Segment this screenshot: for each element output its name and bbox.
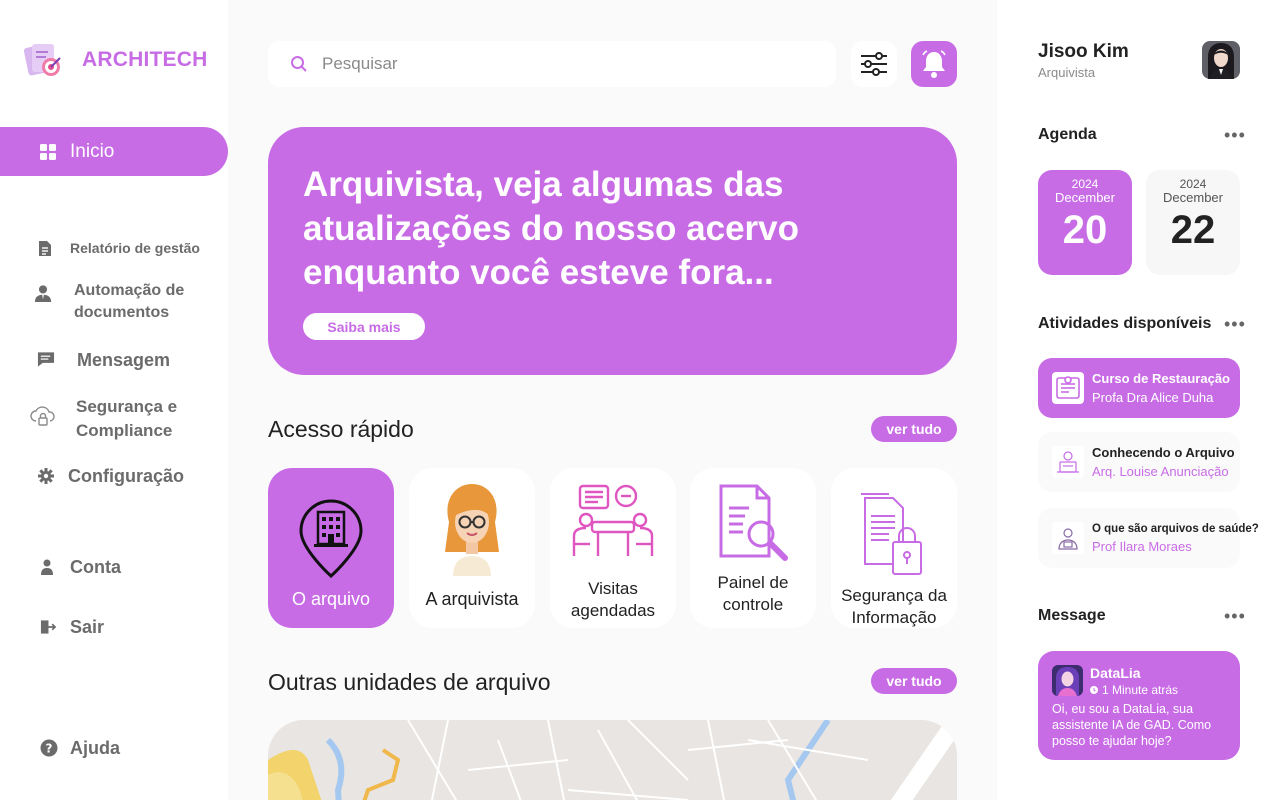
activity-subtitle: Arq. Louise Anunciação	[1092, 464, 1229, 479]
message-title: Message	[1038, 607, 1106, 624]
activities-title: Atividades disponíveis	[1038, 315, 1212, 332]
sidebar-item-label: Configuração	[68, 466, 185, 486]
quick-card-a-arquivista[interactable]: A arquivista	[409, 468, 535, 628]
sidebar-item-label: Ajuda	[70, 738, 121, 758]
chat-icon	[37, 351, 55, 369]
other-units-title: Outras unidades de arquivo	[268, 669, 551, 695]
activity-title: Conhecendo o Arquivo	[1092, 445, 1235, 460]
sidebar-item-relatorio[interactable]: Relatório de gestão	[36, 237, 200, 259]
other-units-see-all-button[interactable]: ver tudo	[871, 668, 957, 694]
date-month: December	[1055, 190, 1115, 205]
activity-item[interactable]: O que são arquivos de saúde? Prof Ilara …	[1038, 508, 1259, 568]
user-name: Jisoo Kim	[1038, 41, 1129, 62]
agenda-title: Agenda	[1038, 126, 1097, 143]
person-icon	[40, 558, 54, 576]
activity-subtitle: Prof Ilara Moraes	[1092, 538, 1192, 554]
message-time: 1 Minute atrás	[1090, 683, 1178, 697]
sidebar-item-seguranca[interactable]: Segurança e Compliance	[30, 395, 206, 443]
sidebar-item-label: Conta	[70, 557, 121, 577]
card-label: A arquivista	[425, 589, 519, 609]
svg-text:?: ?	[46, 742, 53, 756]
card-label: Segurança da Informação	[841, 586, 947, 627]
target-logo-icon	[24, 44, 61, 76]
quick-access-see-all-button[interactable]: ver tudo	[871, 416, 957, 442]
archive-room-icon	[1052, 446, 1084, 478]
notifications-button[interactable]	[911, 41, 957, 87]
sidebar-item-sair[interactable]: Sair	[40, 616, 104, 638]
sidebar-item-mensagem[interactable]: Mensagem	[37, 349, 170, 371]
sidebar-item-configuracao[interactable]: Configuração	[37, 465, 184, 487]
brand-name: ARCHITECH	[82, 48, 208, 71]
sidebar-item-label: Mensagem	[77, 350, 171, 370]
card-label: O arquivo	[291, 589, 371, 609]
message-card[interactable]: DataLia 1 Minute atrás Oi, eu sou a Data…	[1038, 651, 1240, 760]
search-input[interactable]: Pesquisar	[322, 54, 398, 74]
message-text: Oi, eu sou a DataLia, sua assistente IA …	[1052, 702, 1212, 748]
sidebar-item-label: Inicio	[70, 140, 115, 162]
sidebar: ARCHITECH Inicio Relatório de gestão Aut…	[0, 0, 228, 800]
user-tie-icon	[34, 284, 52, 302]
activity-title: Curso de Restauração	[1092, 371, 1230, 386]
message-sender: DataLia	[1090, 665, 1141, 681]
agenda-more-icon[interactable]: •••	[1224, 126, 1246, 144]
building-pin-icon	[268, 498, 394, 578]
agenda-date-22[interactable]: 2024 December 22	[1146, 170, 1240, 275]
quick-card-painel[interactable]: Painel de controle	[690, 468, 816, 628]
quick-access-title: Acesso rápido	[268, 416, 414, 442]
map[interactable]	[268, 720, 957, 800]
message-more-icon[interactable]: •••	[1224, 607, 1246, 625]
date-month: December	[1163, 190, 1223, 205]
document-search-icon	[690, 484, 816, 562]
avatar[interactable]	[1202, 41, 1240, 79]
help-icon: ?	[40, 739, 58, 757]
sidebar-item-inicio[interactable]: Inicio	[0, 127, 228, 176]
quick-card-seguranca[interactable]: Segurança da Informação	[831, 468, 957, 628]
sidebar-item-label: Automação de documentos	[74, 282, 185, 321]
activities-more-icon[interactable]: •••	[1224, 315, 1246, 333]
clock-icon	[1090, 686, 1098, 694]
cloud-lock-icon	[30, 403, 56, 429]
health-record-icon	[1052, 522, 1084, 554]
date-day: 22	[1170, 208, 1216, 252]
activity-item[interactable]: Conhecendo o Arquivo Arq. Louise Anuncia…	[1038, 432, 1240, 492]
agenda-date-20[interactable]: 2024 December 20	[1038, 170, 1132, 275]
activity-subtitle: Profa Dra Alice Duha	[1092, 390, 1214, 405]
search-bar[interactable]: Pesquisar	[268, 41, 836, 87]
activity-item[interactable]: Curso de Restauração Profa Dra Alice Duh…	[1038, 358, 1240, 418]
logout-icon	[40, 618, 56, 636]
brand[interactable]: ARCHITECH	[24, 40, 207, 80]
sidebar-item-label: Segurança e Compliance	[76, 397, 178, 440]
document-lock-icon	[831, 490, 957, 578]
filter-button[interactable]	[851, 41, 897, 87]
hero-title: Arquivista, veja algumas das atualizaçõe…	[303, 165, 800, 292]
activity-title: O que são arquivos de saúde?	[1092, 522, 1259, 535]
quick-card-visitas[interactable]: Visitas agendadas	[550, 468, 676, 628]
meeting-icon	[550, 484, 676, 558]
search-icon	[291, 56, 307, 72]
document-icon	[36, 239, 54, 257]
sidebar-item-ajuda[interactable]: ? Ajuda	[40, 737, 120, 759]
avatar	[1052, 665, 1083, 696]
learn-more-button[interactable]: Saiba mais	[303, 313, 425, 340]
card-label: Visitas agendadas	[570, 579, 656, 620]
quick-card-o-arquivo[interactable]: O arquivo	[268, 468, 394, 628]
certificate-icon	[1052, 372, 1084, 404]
message-time-label: 1 Minute atrás	[1102, 683, 1179, 697]
hero-banner: Arquivista, veja algumas das atualizaçõe…	[268, 127, 957, 375]
sidebar-item-automacao[interactable]: Automação de documentos	[34, 280, 204, 324]
gear-icon	[37, 467, 55, 485]
sidebar-item-conta[interactable]: Conta	[40, 556, 121, 578]
sidebar-item-label: Relatório de gestão	[70, 240, 200, 256]
user-role: Arquivista	[1038, 65, 1096, 80]
grid-icon	[40, 143, 56, 160]
woman-avatar-icon	[409, 482, 535, 576]
date-day: 20	[1062, 208, 1108, 252]
sliders-icon	[861, 52, 887, 76]
card-label: Painel de controle	[717, 573, 789, 614]
bell-icon	[922, 50, 946, 78]
sidebar-item-label: Sair	[70, 617, 105, 637]
